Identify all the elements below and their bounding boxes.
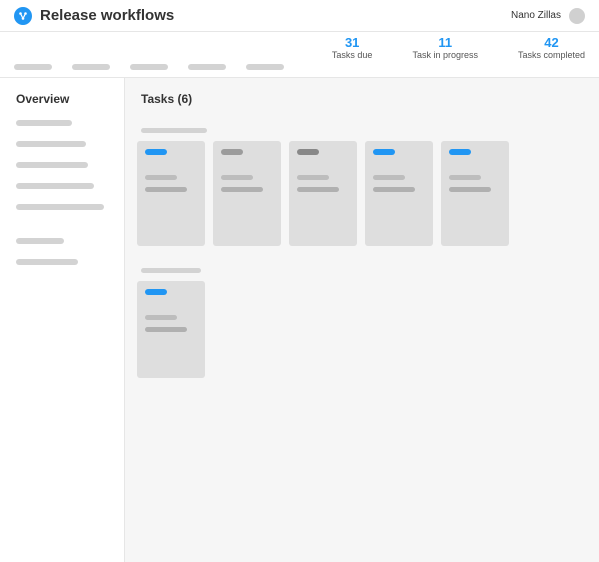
task-card-row [137, 141, 587, 246]
sidebar-item[interactable] [16, 162, 88, 168]
task-subtitle-placeholder [449, 187, 491, 192]
task-subtitle-placeholder [145, 327, 187, 332]
filter-tab[interactable] [246, 64, 284, 70]
stat-label: Task in progress [412, 50, 478, 60]
page-title: Release workflows [40, 7, 511, 24]
task-card-row [137, 281, 587, 378]
task-title-placeholder [221, 175, 253, 180]
task-group-label [141, 268, 201, 273]
task-subtitle-placeholder [221, 187, 263, 192]
filter-tab[interactable] [14, 64, 52, 70]
task-title-placeholder [373, 175, 405, 180]
stat-task-in-progress[interactable]: 11 Task in progress [412, 36, 478, 60]
task-status-pill [449, 149, 471, 155]
sidebar-item[interactable] [16, 120, 72, 126]
task-status-pill [145, 289, 167, 295]
sidebar-item[interactable] [16, 141, 86, 147]
app-logo-icon[interactable] [14, 7, 32, 25]
task-card[interactable] [441, 141, 509, 246]
task-title-placeholder [297, 175, 329, 180]
task-subtitle-placeholder [145, 187, 187, 192]
task-group-label [141, 128, 207, 133]
sidebar-item[interactable] [16, 183, 94, 189]
body: Overview Tasks (6) [0, 78, 599, 562]
main: Tasks (6) [125, 78, 599, 562]
sidebar: Overview [0, 78, 125, 562]
task-status-pill [221, 149, 243, 155]
logo-glyph-icon [17, 10, 29, 22]
stat-value: 42 [518, 36, 585, 50]
task-status-pill [297, 149, 319, 155]
task-title-placeholder [145, 175, 177, 180]
stats-group: 31 Tasks due 11 Task in progress 42 Task… [332, 36, 585, 60]
topbar: Release workflows Nano Zillas [0, 0, 599, 32]
task-title-placeholder [449, 175, 481, 180]
stat-value: 31 [332, 36, 373, 50]
statsbar: 31 Tasks due 11 Task in progress 42 Task… [0, 32, 599, 78]
task-status-pill [145, 149, 167, 155]
avatar[interactable] [569, 8, 585, 24]
task-status-pill [373, 149, 395, 155]
stat-label: Tasks completed [518, 50, 585, 60]
task-card[interactable] [289, 141, 357, 246]
filter-tab[interactable] [72, 64, 110, 70]
sidebar-item[interactable] [16, 204, 104, 210]
task-card[interactable] [365, 141, 433, 246]
task-card[interactable] [137, 281, 205, 378]
stat-tasks-due[interactable]: 31 Tasks due [332, 36, 373, 60]
filter-tab[interactable] [188, 64, 226, 70]
stat-value: 11 [412, 36, 478, 50]
task-card[interactable] [137, 141, 205, 246]
sidebar-item[interactable] [16, 238, 64, 244]
filter-tab[interactable] [130, 64, 168, 70]
stat-label: Tasks due [332, 50, 373, 60]
task-card[interactable] [213, 141, 281, 246]
user-name[interactable]: Nano Zillas [511, 10, 561, 21]
sidebar-item[interactable] [16, 259, 78, 265]
tasks-heading: Tasks (6) [141, 92, 587, 106]
task-subtitle-placeholder [297, 187, 339, 192]
task-title-placeholder [145, 315, 177, 320]
sidebar-title: Overview [16, 92, 108, 106]
task-subtitle-placeholder [373, 187, 415, 192]
filter-tabs [14, 64, 284, 70]
stat-tasks-completed[interactable]: 42 Tasks completed [518, 36, 585, 60]
